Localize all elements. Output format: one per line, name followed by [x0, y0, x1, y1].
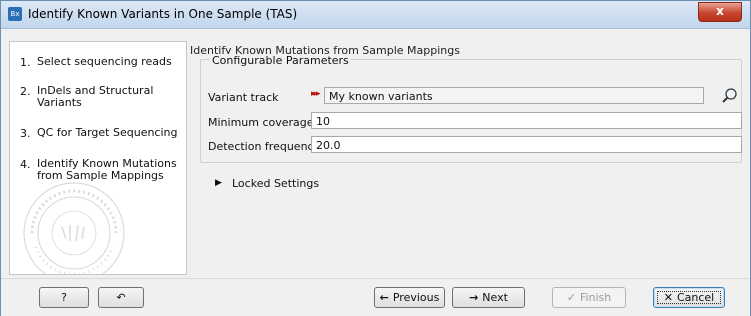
finish-button[interactable]: ✓ Finish	[552, 287, 626, 308]
minimum-coverage-input[interactable]: 10	[311, 112, 742, 129]
expand-triangle-icon: ▶	[215, 178, 222, 188]
next-label: Next	[482, 291, 508, 304]
next-button[interactable]: → Next	[452, 287, 525, 308]
checkmark-icon: ✓	[566, 291, 576, 304]
watermark-seal-icon	[23, 182, 125, 274]
step-number: 3.	[20, 127, 31, 140]
window-title: Identify Known Variants in One Sample (T…	[28, 7, 298, 21]
wizard-dialog: Bx Identify Known Variants in One Sample…	[0, 0, 751, 316]
step-number: 1.	[20, 56, 31, 69]
help-button[interactable]: ?	[39, 287, 89, 308]
detection-frequency-input[interactable]: 20.0	[311, 136, 742, 153]
button-bar: ? ↶ ← Previous → Next ✓ Finish ✕ Cancel	[1, 278, 750, 316]
step-label: QC for Target Sequencing	[37, 126, 178, 139]
arrow-left-icon: ←	[379, 291, 389, 304]
focus-ring	[657, 291, 721, 304]
finish-label: Finish	[579, 291, 612, 304]
step-number: 2.	[20, 85, 31, 98]
close-icon: x	[716, 4, 724, 18]
arrow-right-icon: →	[469, 291, 479, 304]
help-label: ?	[61, 291, 67, 304]
close-button[interactable]: x	[698, 2, 742, 22]
reset-button[interactable]: ↶	[98, 287, 144, 308]
step-label: Select sequencing reads	[37, 55, 172, 68]
cancel-button[interactable]: ✕ Cancel	[653, 287, 725, 308]
minimum-coverage-label: Minimum coverage	[208, 116, 314, 129]
step-label: InDels and Structural Variants	[37, 84, 154, 109]
wizard-steps-panel: 1. Select sequencing reads 2. InDels and…	[9, 41, 187, 275]
group-title: Configurable Parameters	[210, 54, 351, 67]
variant-track-label: Variant track	[208, 91, 279, 104]
locked-settings-label: Locked Settings	[232, 177, 320, 190]
app-icon: Bx	[8, 7, 22, 21]
reset-icon: ↶	[116, 291, 126, 304]
variant-track-icon: ▸▸▸	[311, 89, 320, 99]
step-content-panel: Identify Known Mutations from Sample Map…	[188, 41, 746, 273]
previous-button[interactable]: ← Previous	[374, 287, 445, 308]
title-bar: Bx Identify Known Variants in One Sample…	[1, 1, 750, 29]
step-number: 4.	[20, 158, 31, 171]
detection-frequency-label: Detection frequency	[208, 140, 321, 153]
variant-track-field[interactable]: My known variants	[324, 87, 704, 104]
browse-search-icon[interactable]	[721, 87, 739, 105]
previous-label: Previous	[392, 291, 440, 304]
